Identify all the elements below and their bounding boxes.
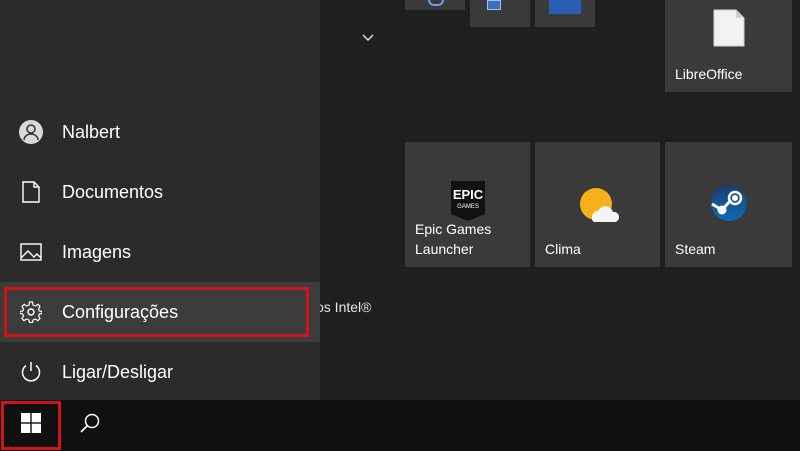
search-button[interactable]: [66, 401, 114, 450]
weather-icon: [576, 185, 620, 230]
start-button[interactable]: [1, 401, 61, 450]
tile-steam[interactable]: Steam: [665, 142, 792, 267]
rail-item-power[interactable]: Ligar/Desligar: [0, 342, 320, 402]
rail-item-user-label: Nalbert: [62, 121, 121, 142]
partial-app-label: os Intel®: [316, 299, 372, 315]
tile-epic-games-label: Epic Games Launcher: [415, 219, 491, 259]
tile-clima-label: Clima: [545, 241, 581, 257]
image-icon: [0, 222, 62, 282]
rail-item-images[interactable]: Imagens: [0, 222, 320, 282]
tile-steam-label: Steam: [675, 241, 716, 257]
tile-clima[interactable]: Clima: [535, 142, 660, 267]
rail-item-user[interactable]: Nalbert: [0, 102, 320, 162]
libreoffice-icon: [713, 9, 745, 52]
tile-libreoffice[interactable]: LibreOffice: [665, 0, 792, 92]
epic-logo-text-bottom: GAMES: [457, 204, 479, 210]
taskbar: [0, 400, 800, 451]
rail-item-images-label: Imagens: [62, 241, 132, 262]
rail-item-settings-label: Configurações: [62, 301, 179, 322]
tile-epic-games-label-line1: Epic Games: [415, 221, 492, 237]
windows-icon: [21, 413, 41, 438]
rail-item-documents[interactable]: Documentos: [0, 162, 320, 222]
tile-partial-2-icon: [487, 0, 501, 10]
epic-logo-text-top: EPIC: [452, 187, 483, 202]
tile-partial-3-icon: [549, 0, 581, 14]
search-icon: [79, 412, 101, 439]
tile-libreoffice-label: LibreOffice: [675, 66, 743, 82]
rail-item-settings[interactable]: Configurações: [0, 282, 320, 342]
rail-item-power-label: Ligar/Desligar: [62, 361, 174, 382]
chevron-down-icon[interactable]: [361, 30, 375, 44]
steam-icon: [710, 184, 748, 227]
tile-epic-games[interactable]: EPIC GAMES Epic Games Launcher: [405, 142, 530, 267]
rail-item-documents-label: Documentos: [62, 181, 164, 202]
start-menu-rail: Nalbert Documentos Imagens Configurações…: [0, 0, 320, 400]
gear-icon: [0, 282, 62, 342]
user-icon: [0, 102, 62, 162]
power-icon: [0, 342, 62, 402]
document-icon: [0, 162, 62, 222]
tile-epic-games-label-line2: Launcher: [415, 241, 474, 257]
